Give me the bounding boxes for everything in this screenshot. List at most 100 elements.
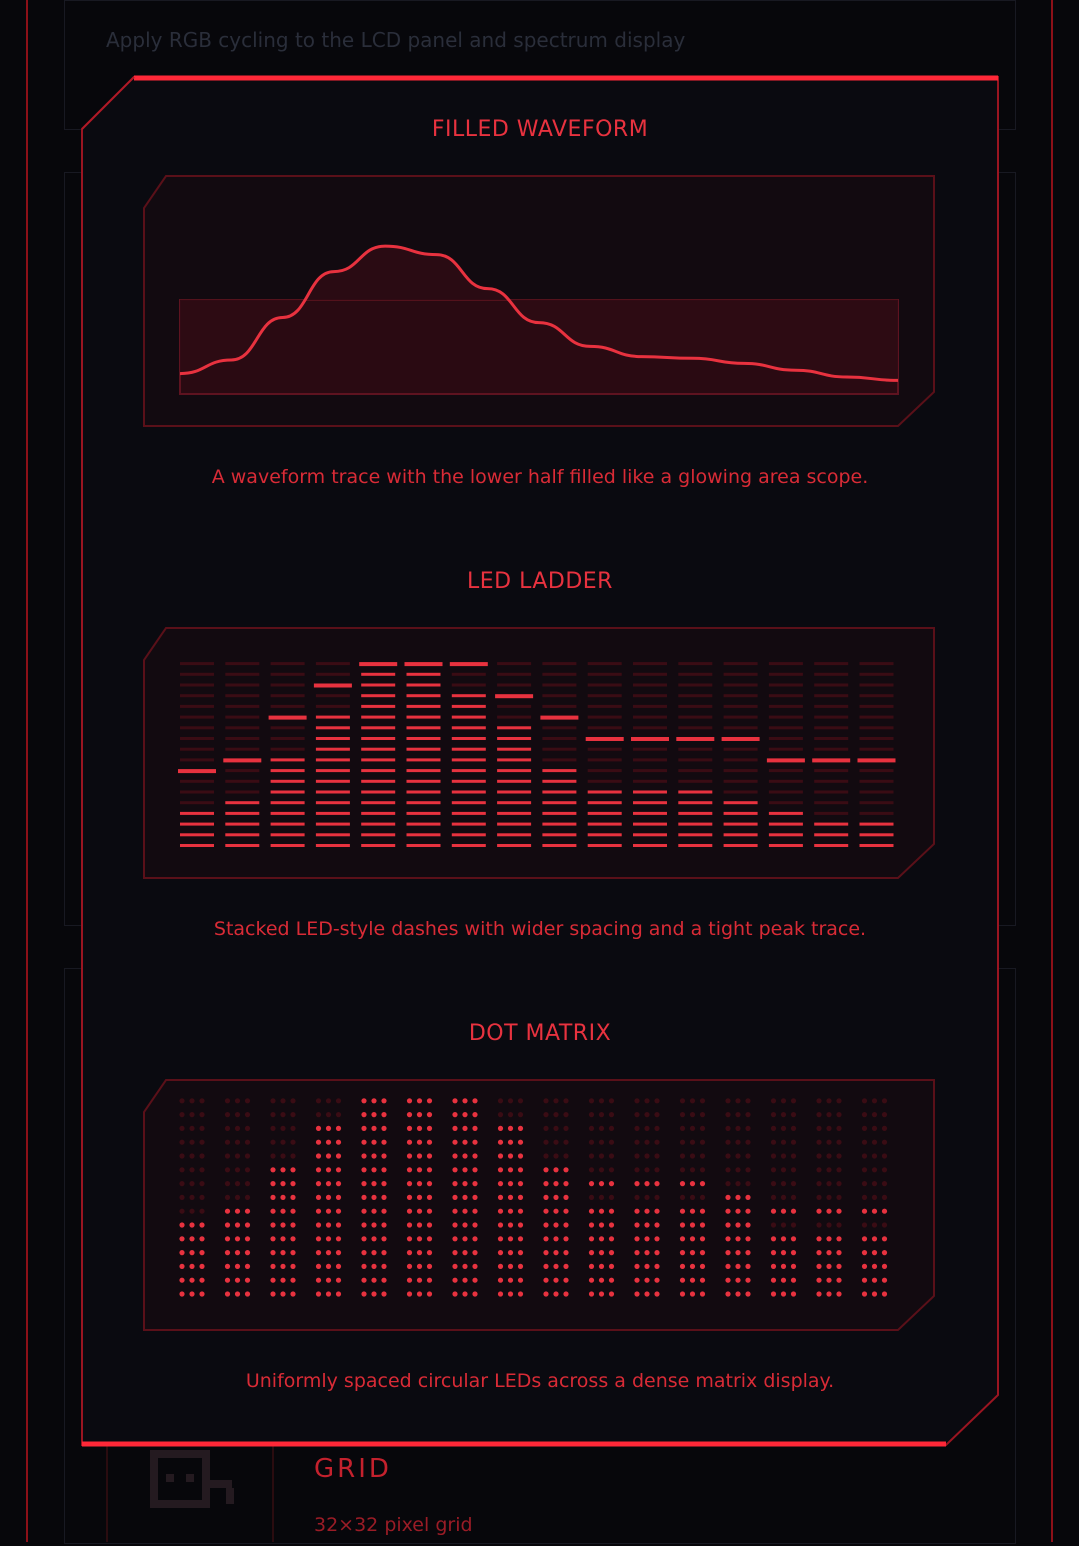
matrix-dot-dim [290, 1098, 296, 1104]
matrix-dot-lit [361, 1263, 367, 1269]
matrix-dot-lit [543, 1194, 549, 1200]
matrix-dot-dim [290, 1112, 296, 1118]
matrix-dot-lit [497, 1222, 504, 1228]
led-segment-dim [678, 769, 713, 773]
led-segment-lit [542, 779, 577, 783]
matrix-dot-lit [517, 1291, 524, 1297]
matrix-dot-dim [826, 1112, 832, 1118]
matrix-dot-lit [497, 1181, 504, 1187]
matrix-dot-dim [224, 1125, 231, 1131]
matrix-dot-dim [244, 1153, 251, 1159]
led-peak-marker [178, 769, 216, 774]
matrix-dot-lit [563, 1194, 569, 1200]
led-segment-dim [859, 715, 894, 719]
matrix-dot-lit [644, 1250, 650, 1256]
matrix-dot-dim [881, 1167, 888, 1173]
matrix-dot-lit [371, 1181, 377, 1187]
matrix-dot-lit [563, 1291, 569, 1297]
led-segment-dim [678, 726, 713, 730]
matrix-dot-lit [244, 1250, 251, 1256]
matrix-dot-lit [634, 1277, 640, 1283]
matrix-dot-lit [416, 1236, 423, 1242]
matrix-dot-lit [224, 1263, 231, 1269]
matrix-dot-dim [517, 1098, 524, 1104]
led-segment-lit [451, 747, 486, 751]
matrix-dot-lit [315, 1194, 322, 1200]
matrix-dot-lit [725, 1236, 731, 1242]
matrix-dot-lit [452, 1098, 458, 1104]
matrix-dot-lit [381, 1222, 387, 1228]
matrix-dot-lit [472, 1153, 478, 1159]
led-segment-lit [768, 811, 803, 815]
matrix-dot-lit [315, 1139, 322, 1145]
led-segment-dim [542, 662, 577, 666]
matrix-dot-lit [608, 1263, 615, 1269]
led-segment-lit [406, 704, 441, 708]
matrix-dot-lit [543, 1291, 549, 1297]
led-segment-dim [587, 779, 622, 783]
matrix-dot-lit [770, 1263, 777, 1269]
matrix-dot-dim [325, 1112, 332, 1118]
led-segment-lit [497, 779, 532, 783]
matrix-dot-lit [361, 1208, 367, 1214]
matrix-dot-lit [199, 1263, 205, 1269]
matrix-dot-dim [780, 1139, 787, 1145]
matrix-dot-dim [735, 1112, 741, 1118]
matrix-dot-lit [598, 1277, 605, 1283]
matrix-dot-lit [462, 1277, 468, 1283]
matrix-dot-dim [826, 1167, 832, 1173]
led-segment-dim [225, 715, 260, 719]
matrix-dot-dim [553, 1098, 559, 1104]
led-segment-dim [587, 672, 622, 676]
matrix-dot-lit [315, 1250, 322, 1256]
led-segment-lit [406, 779, 441, 783]
matrix-dot-lit [224, 1250, 231, 1256]
led-ladder-preview[interactable] [142, 626, 936, 880]
matrix-dot-lit [280, 1208, 286, 1214]
matrix-dot-dim [770, 1194, 777, 1200]
matrix-dot-dim [644, 1098, 650, 1104]
matrix-dot-lit [780, 1250, 787, 1256]
matrix-dot-lit [725, 1222, 731, 1228]
matrix-dot-dim [654, 1153, 660, 1159]
matrix-dot-lit [315, 1167, 322, 1173]
led-segment-lit [361, 844, 396, 847]
matrix-dot-lit [745, 1236, 751, 1242]
matrix-dot-lit [290, 1250, 296, 1256]
matrix-dot-dim [315, 1112, 322, 1118]
matrix-dot-lit [325, 1291, 332, 1297]
matrix-dot-lit [563, 1167, 569, 1173]
matrix-dot-dim [608, 1194, 615, 1200]
matrix-dot-lit [361, 1277, 367, 1283]
matrix-dot-dim [871, 1167, 878, 1173]
matrix-dot-dim [735, 1139, 741, 1145]
matrix-dot-dim [836, 1194, 842, 1200]
matrix-dot-dim [836, 1125, 842, 1131]
led-segment-dim [768, 737, 803, 740]
led-segment-lit [451, 769, 486, 773]
led-peak-marker [495, 694, 534, 699]
matrix-dot-lit [790, 1236, 797, 1242]
led-segment-lit [361, 779, 396, 783]
dot-matrix-preview[interactable] [142, 1078, 936, 1332]
matrix-dot-dim [826, 1222, 832, 1228]
matrix-dot-lit [290, 1208, 296, 1214]
matrix-dot-dim [234, 1194, 241, 1200]
filled-waveform-preview[interactable] [142, 174, 936, 428]
matrix-dot-lit [416, 1208, 423, 1214]
led-segment-lit [587, 811, 622, 815]
matrix-dot-lit [861, 1291, 868, 1297]
led-segment-lit [678, 801, 713, 805]
led-segment-lit [361, 683, 396, 687]
matrix-dot-dim [679, 1125, 686, 1131]
led-segment-lit [361, 811, 396, 815]
matrix-dot-lit [325, 1208, 332, 1214]
matrix-dot-lit [608, 1222, 615, 1228]
matrix-dot-dim [315, 1098, 322, 1104]
matrix-dot-lit [588, 1250, 595, 1256]
led-segment-lit [633, 801, 667, 805]
matrix-dot-lit [452, 1222, 458, 1228]
led-segment-dim [225, 726, 260, 730]
matrix-dot-dim [770, 1222, 777, 1228]
led-segment-dim [270, 726, 305, 730]
